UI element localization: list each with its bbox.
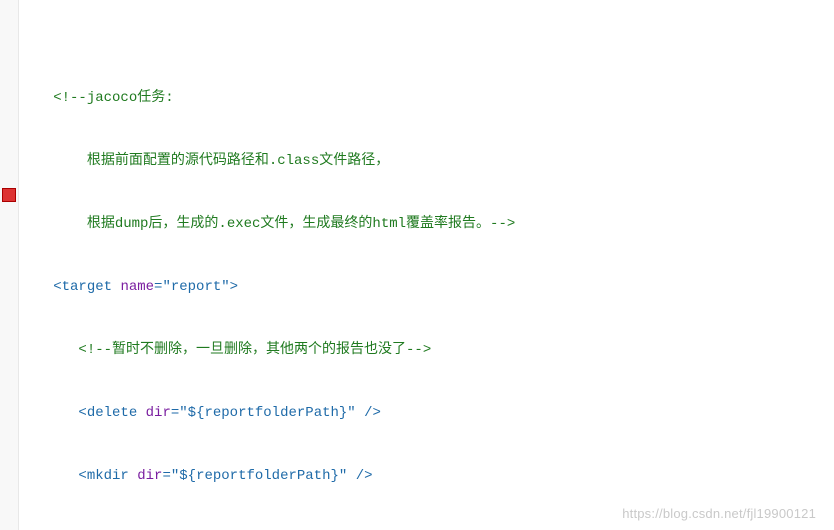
gutter <box>0 0 19 530</box>
comment: <!--暂时不删除，一旦删除，其他两个的报告也没了--> <box>78 342 431 358</box>
attr-name: name <box>120 279 154 295</box>
tag-mkdir: <mkdir <box>78 468 137 484</box>
attr-value: "report" <box>162 279 229 295</box>
comment: 根据前面配置的源代码路径和.class文件路径， <box>53 153 389 169</box>
comment: 根据dump后，生成的.exec文件，生成最终的html覆盖率报告。--> <box>53 216 515 232</box>
comment: <!--jacoco任务: <box>53 90 173 106</box>
code-editor: <!--jacoco任务: 根据前面配置的源代码路径和.class文件路径， 根… <box>0 0 834 530</box>
tag-delete: <delete <box>78 405 145 421</box>
watermark-text: https://blog.csdn.net/fjl19900121 <box>622 503 816 524</box>
tag-target-open: <target <box>53 279 120 295</box>
error-marker-icon <box>2 188 16 202</box>
